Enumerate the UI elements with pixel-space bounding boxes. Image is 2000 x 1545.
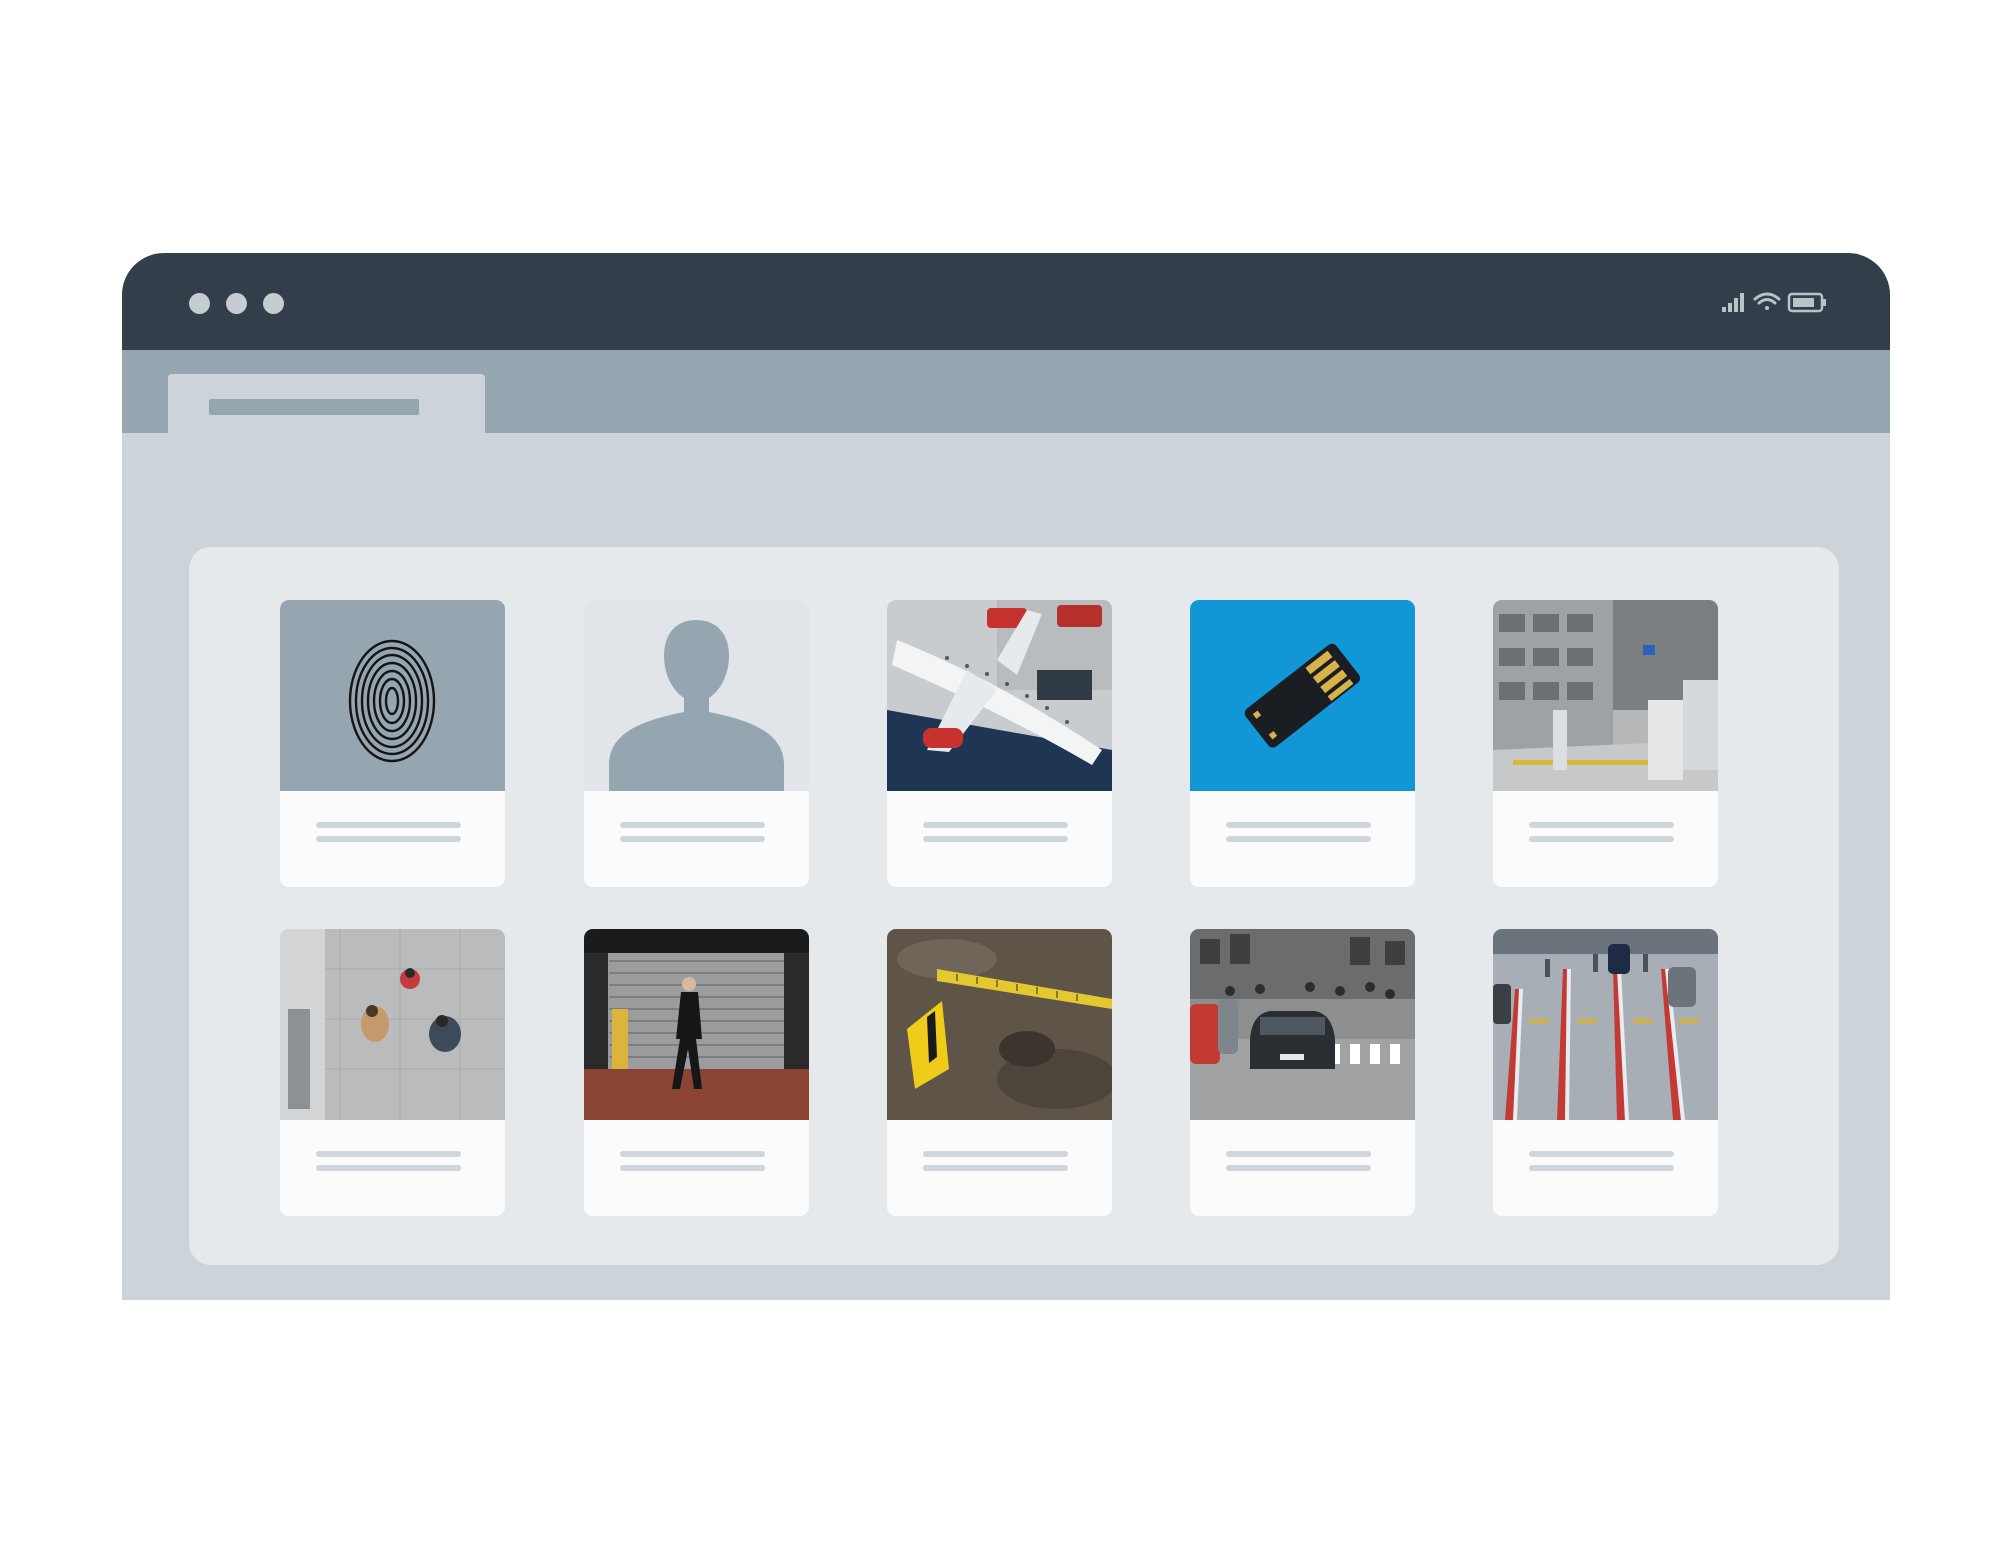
card-thumbnail xyxy=(280,600,505,791)
card-street[interactable] xyxy=(1190,929,1415,1216)
card-thumbnail xyxy=(584,929,809,1120)
card-airplane[interactable] xyxy=(887,600,1112,887)
card-fingerprint[interactable] xyxy=(280,600,505,887)
card-parking-garage[interactable] xyxy=(1493,600,1718,887)
handshake-aerial-photo xyxy=(280,929,505,1120)
card-title-line xyxy=(316,1151,461,1157)
card-thumbnail xyxy=(887,600,1112,791)
tab-bar xyxy=(122,350,1890,434)
card-subtitle-line xyxy=(1226,836,1371,842)
title-bar xyxy=(122,253,1890,350)
card-title-line xyxy=(1226,1151,1371,1157)
card-thumbnail xyxy=(280,929,505,1120)
card-usb[interactable] xyxy=(1190,600,1415,887)
card-title-line xyxy=(316,822,461,828)
card-subtitle-line xyxy=(1226,1165,1371,1171)
window-dot-1[interactable] xyxy=(189,293,210,314)
parking-lanes-photo xyxy=(1493,929,1718,1120)
card-title-line xyxy=(1529,1151,1674,1157)
signal-icon xyxy=(1722,292,1826,313)
card-subtitle-line xyxy=(620,1165,765,1171)
wifi-icon xyxy=(1753,292,1781,310)
card-subtitle-line xyxy=(316,1165,461,1171)
card-person[interactable] xyxy=(584,600,809,887)
card-title-line xyxy=(1529,822,1674,828)
card-subtitle-line xyxy=(316,836,461,842)
card-thumbnail xyxy=(1493,600,1718,791)
browser-window xyxy=(122,253,1890,1300)
card-title-line xyxy=(1226,822,1371,828)
window-dot-2[interactable] xyxy=(226,293,247,314)
card-thumbnail xyxy=(584,600,809,791)
person-silhouette-icon xyxy=(584,600,809,791)
card-thumbnail xyxy=(1190,929,1415,1120)
window-dot-3[interactable] xyxy=(263,293,284,314)
tab-active[interactable] xyxy=(168,374,485,434)
card-man-walking[interactable] xyxy=(584,929,809,1216)
card-title-line xyxy=(620,822,765,828)
card-title-line xyxy=(923,822,1068,828)
parking-garage-photo xyxy=(1493,600,1718,791)
card-thumbnail xyxy=(1190,600,1415,791)
card-subtitle-line xyxy=(1529,836,1674,842)
usb-chip-icon xyxy=(1190,600,1415,791)
airplane-aerial-photo xyxy=(887,600,1112,791)
content-panel xyxy=(189,547,1839,1265)
card-subtitle-line xyxy=(1529,1165,1674,1171)
card-thumbnail xyxy=(1493,929,1718,1120)
card-subtitle-line xyxy=(620,836,765,842)
card-title-line xyxy=(620,1151,765,1157)
tab-label-placeholder xyxy=(209,399,419,415)
card-title-line xyxy=(923,1151,1068,1157)
street-traffic-photo xyxy=(1190,929,1415,1120)
card-handshake[interactable] xyxy=(280,929,505,1216)
status-icons xyxy=(1722,289,1828,315)
card-thumbnail xyxy=(887,929,1112,1120)
man-walking-photo xyxy=(584,929,809,1120)
card-evidence[interactable] xyxy=(887,929,1112,1216)
card-subtitle-line xyxy=(923,836,1068,842)
card-subtitle-line xyxy=(923,1165,1068,1171)
evidence-marker-photo xyxy=(887,929,1112,1120)
card-parking-lanes[interactable] xyxy=(1493,929,1718,1216)
battery-icon xyxy=(1787,292,1826,313)
fingerprint-icon xyxy=(280,600,505,791)
